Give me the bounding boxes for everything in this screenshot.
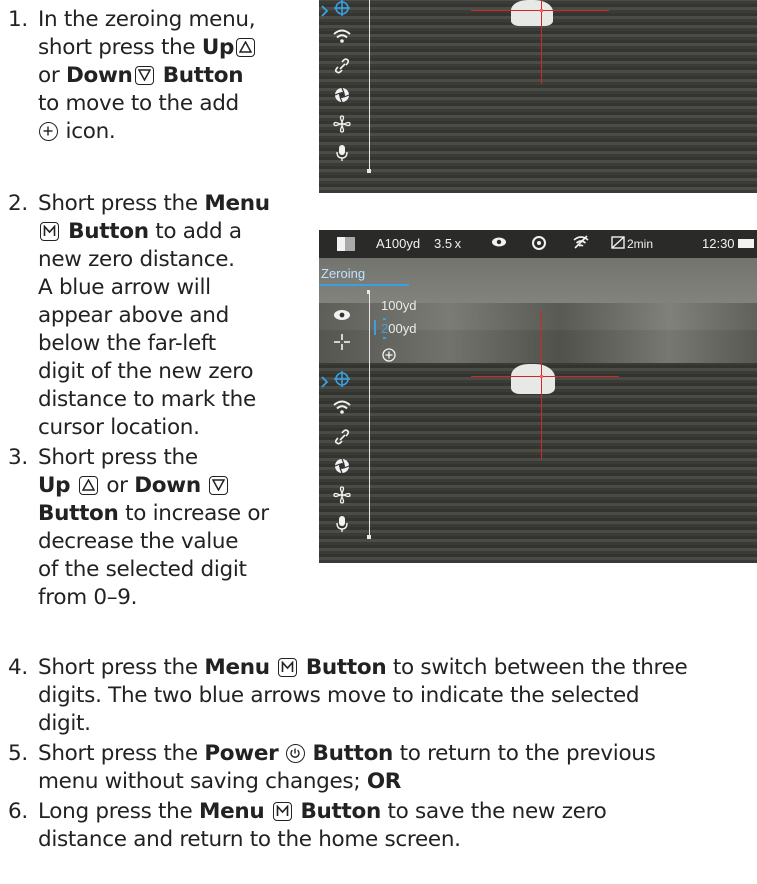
step-text-line: Long press the Menu Button to save the n… bbox=[38, 799, 607, 824]
distance-200[interactable]: 200yd bbox=[381, 321, 416, 336]
step-text-line: digits. The two blue arrows move to indi… bbox=[38, 683, 640, 708]
step-text-line: from 0–9. bbox=[38, 585, 138, 610]
step-text-line: Short press the bbox=[38, 445, 198, 470]
step-text-line: distance to mark the bbox=[38, 387, 256, 412]
step-text-line: digit of the new zero bbox=[38, 359, 254, 384]
step-text-line: In the zeroing menu, bbox=[38, 7, 256, 32]
crosshair-menu-icon[interactable] bbox=[333, 333, 351, 351]
zeroing-target-icon[interactable] bbox=[333, 0, 351, 17]
step-text-line: to move to the add bbox=[38, 91, 239, 116]
step-number: 1. bbox=[8, 7, 28, 32]
step-text-line: new zero distance. bbox=[38, 247, 235, 272]
fan-icon[interactable] bbox=[333, 486, 351, 504]
reticle-center bbox=[540, 375, 543, 378]
step-number: 5. bbox=[8, 741, 28, 766]
selection-chevron-icon bbox=[321, 373, 329, 392]
reticle-vertical bbox=[541, 0, 542, 84]
thermal-scene bbox=[319, 0, 757, 193]
menu-button-icon bbox=[272, 802, 292, 821]
menu-rail bbox=[369, 0, 370, 172]
menu-title-underline bbox=[319, 284, 409, 286]
menu-rail-end bbox=[367, 169, 371, 173]
step-text-line: menu without saving changes; OR bbox=[38, 769, 402, 794]
step-text-line: icon. bbox=[38, 118, 116, 146]
eye-icon bbox=[491, 235, 507, 252]
step-text-line: digit. bbox=[38, 711, 91, 736]
step-text-line: of the selected digit bbox=[38, 557, 247, 582]
menu-rail bbox=[369, 290, 370, 538]
link-icon[interactable] bbox=[333, 57, 351, 75]
step-text-line: Button to add a bbox=[38, 218, 242, 246]
step-text-line: Short press the Power Button to return t… bbox=[38, 741, 656, 766]
eye-menu-icon[interactable] bbox=[333, 307, 351, 325]
step-text-line: cursor location. bbox=[38, 415, 200, 440]
boar-target bbox=[511, 0, 553, 26]
step-text-line: A blue arrow will bbox=[38, 275, 211, 300]
wifi-icon[interactable] bbox=[333, 28, 351, 46]
menu-rail-end bbox=[367, 535, 371, 539]
digit-arrow-down bbox=[383, 337, 386, 339]
down-button-icon bbox=[209, 476, 229, 495]
zoom-label: 3.5 x bbox=[434, 236, 462, 251]
reticle-vertical bbox=[541, 310, 542, 460]
link-icon[interactable] bbox=[333, 428, 351, 446]
step-number: 4. bbox=[8, 655, 28, 680]
profile-label: A100yd bbox=[376, 236, 421, 251]
microphone-icon[interactable] bbox=[333, 515, 351, 533]
distance-100[interactable]: 100yd bbox=[381, 298, 416, 313]
up-button-icon bbox=[78, 476, 98, 495]
reticle-center bbox=[540, 9, 543, 12]
boar-target bbox=[511, 364, 555, 394]
power-button-icon bbox=[285, 744, 305, 763]
step-number: 3. bbox=[8, 445, 28, 470]
add-icon bbox=[39, 122, 58, 141]
menu-title: Zeroing bbox=[321, 266, 366, 281]
step-text-line: Up or Down bbox=[38, 472, 230, 500]
up-button-icon bbox=[236, 38, 256, 57]
step-text-line: decrease the value bbox=[38, 529, 239, 554]
zeroing-target-icon[interactable] bbox=[333, 370, 351, 388]
status-bar: A100yd 3.5 x 2min 12:30 bbox=[319, 230, 757, 258]
fan-icon[interactable] bbox=[333, 115, 351, 133]
down-button-icon bbox=[134, 66, 154, 85]
step-text-line: below the far-left bbox=[38, 331, 216, 356]
step-number: 6. bbox=[8, 799, 28, 824]
step-text-line: Short press the Menu Button to switch be… bbox=[38, 655, 688, 680]
menu-button-icon bbox=[278, 658, 298, 677]
battery-icon bbox=[738, 239, 754, 248]
step-text-line: short press the Up bbox=[38, 34, 257, 62]
microphone-icon[interactable] bbox=[333, 144, 351, 162]
aperture-icon[interactable] bbox=[333, 457, 351, 475]
step-text-line: appear above and bbox=[38, 303, 229, 328]
aperture-icon[interactable] bbox=[333, 86, 351, 104]
reticle-horizontal bbox=[471, 376, 619, 377]
distance-200-rest: 00yd bbox=[388, 321, 417, 336]
zeroing-screen-top bbox=[319, 0, 757, 193]
auto-off-timer: 2min bbox=[627, 237, 654, 251]
menu-button-icon bbox=[40, 222, 59, 241]
selected-distance-bar bbox=[374, 320, 376, 335]
step-text-line: Button to increase or bbox=[38, 501, 269, 526]
zeroing-screen: A100yd 3.5 x 2min 12:30 Zeroing 100yd 20… bbox=[319, 230, 757, 563]
display-mode-icon bbox=[337, 237, 355, 251]
wifi-icon[interactable] bbox=[333, 399, 351, 417]
step-text-line: or Down Button bbox=[38, 63, 244, 88]
wifi-off-icon bbox=[573, 235, 589, 252]
add-zero-distance-icon[interactable] bbox=[382, 347, 400, 365]
step-number: 2. bbox=[8, 191, 28, 216]
aperture-status-icon bbox=[532, 236, 546, 253]
menu-rail-top bbox=[367, 290, 370, 294]
digit-arrow-up bbox=[383, 318, 386, 320]
step-text-line: distance and return to the home screen. bbox=[38, 827, 461, 852]
clock: 12:30 bbox=[702, 236, 735, 251]
auto-off-icon bbox=[611, 236, 625, 252]
step-text-line: Short press the Menu bbox=[38, 191, 270, 216]
selection-chevron-icon bbox=[321, 2, 329, 21]
